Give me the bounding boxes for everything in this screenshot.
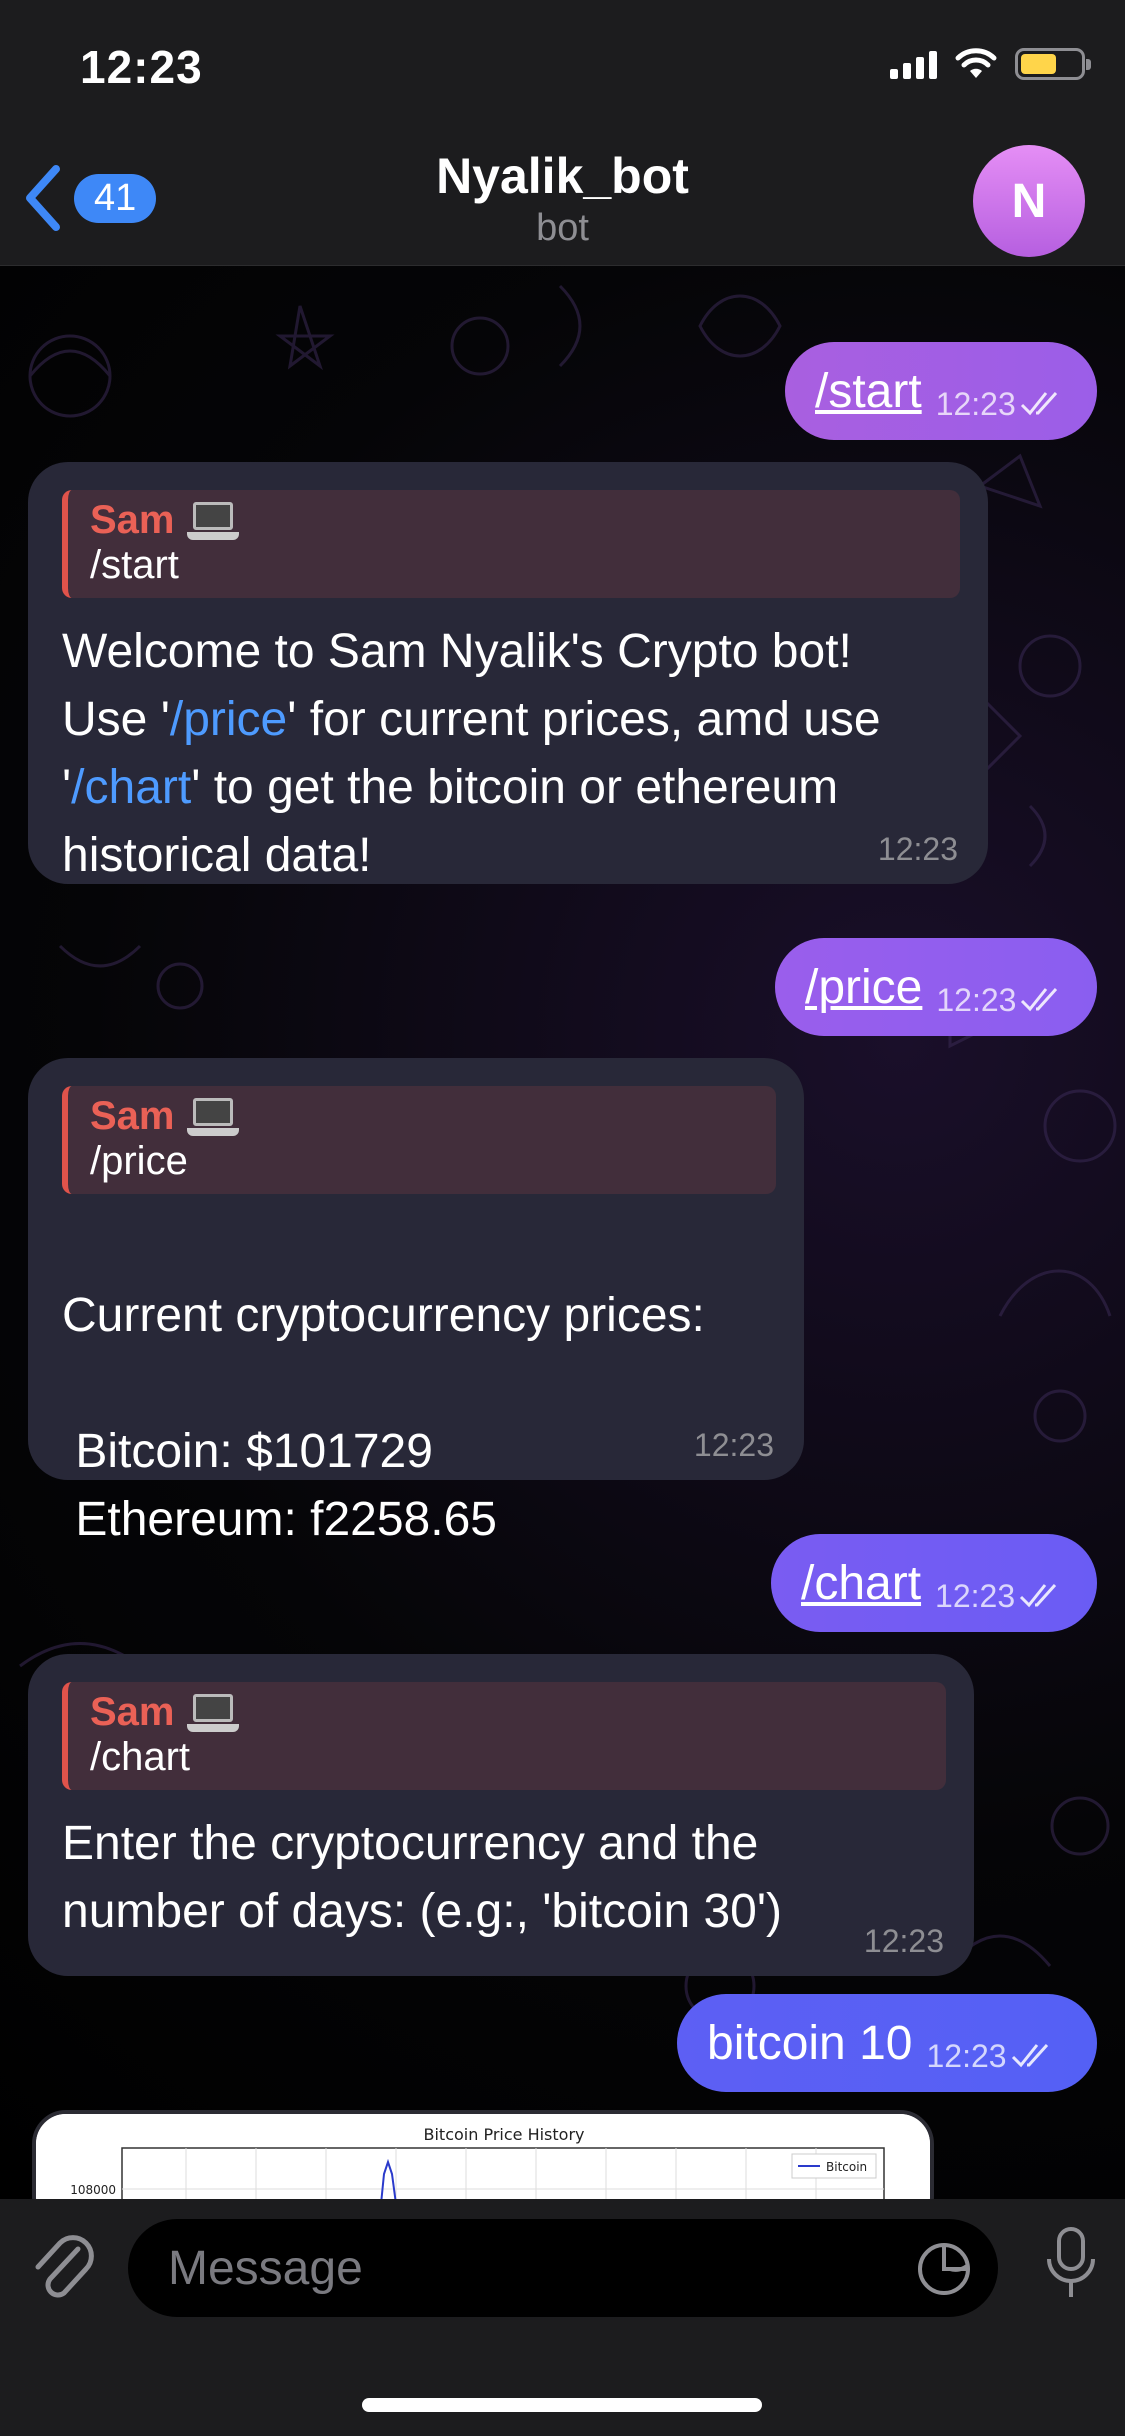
status-time: 12:23 xyxy=(80,41,203,93)
message-line: Enter the cryptocurrency and the xyxy=(62,1817,759,1870)
message-fragment: ' for current prices, amd use xyxy=(287,693,881,746)
laptop-emoji-icon xyxy=(186,1693,239,1732)
paperclip-icon xyxy=(35,2235,94,2298)
double-check-icon xyxy=(1020,1583,1057,1608)
outgoing-message[interactable]: /chart 12:23 xyxy=(771,1534,1097,1632)
avatar[interactable]: N xyxy=(973,145,1085,257)
double-check-icon xyxy=(1011,2043,1048,2068)
message-text[interactable]: bitcoin 10 xyxy=(707,2016,912,2071)
double-check-icon xyxy=(1021,987,1058,1012)
incoming-message[interactable]: Sam /price Current cryptocurrency prices… xyxy=(28,1058,804,1546)
command-link-price[interactable]: /price xyxy=(170,693,287,746)
message-text[interactable]: /start xyxy=(815,364,922,419)
chat-title[interactable]: Nyalik_bot xyxy=(0,147,1125,205)
reply-text: /chart xyxy=(90,1735,191,1779)
reply-sender-name: Sam xyxy=(90,1690,175,1734)
microphone-icon xyxy=(1047,2227,1095,2297)
chat-area[interactable]: /start 12:23 Sam /start Welcome to Sam N… xyxy=(0,266,1125,2199)
outgoing-message[interactable]: /price 12:23 xyxy=(775,938,1097,1036)
incoming-message[interactable]: Sam /chart Enter the cryptocurrency and … xyxy=(28,1654,974,1976)
sticker-icon xyxy=(918,2243,970,2295)
message-line: Current cryptocurrency prices: xyxy=(62,1289,705,1342)
message-line: number of days: (e.g:, 'bitcoin 30') xyxy=(62,1885,783,1938)
message-time: 12:23 xyxy=(935,1577,1016,1614)
message-time: 12:23 xyxy=(926,2037,1007,2074)
message-fragment: Use ' xyxy=(62,693,170,746)
message-time: 12:23 xyxy=(936,981,1017,1018)
chart-image-message[interactable]: Bitcoin Price History 108000 Bitcoin xyxy=(32,2110,934,2199)
signal-icon xyxy=(890,49,937,79)
reply-text: /start xyxy=(90,543,179,587)
message-meta: 12:23 xyxy=(926,2038,1054,2075)
message-time: 12:23 xyxy=(863,1923,944,1959)
laptop-emoji-icon xyxy=(186,501,239,540)
message-meta: 12:23 xyxy=(936,982,1064,1019)
message-text: Current cryptocurrency prices: Bitcoin: … xyxy=(62,1214,776,1554)
reply-sender: Sam xyxy=(90,1690,924,1735)
reply-quote[interactable]: Sam /chart xyxy=(62,1682,946,1790)
message-time: 12:23 xyxy=(693,1427,774,1463)
reply-quote[interactable]: Sam /price xyxy=(62,1086,776,1194)
voice-record-button[interactable] xyxy=(1045,2225,1097,2306)
home-indicator[interactable] xyxy=(362,2398,762,2412)
chart-image: Bitcoin Price History 108000 Bitcoin xyxy=(36,2114,930,2199)
reply-sender-name: Sam xyxy=(90,498,175,542)
command-link-chart[interactable]: /chart xyxy=(71,761,191,814)
message-fragment: ' xyxy=(62,761,72,814)
message-meta: 12:23 xyxy=(936,386,1064,423)
reply-sender: Sam xyxy=(90,1094,754,1139)
chart-legend: Bitcoin xyxy=(826,2160,867,2174)
chart-y-tick: 108000 xyxy=(70,2183,116,2197)
message-line: historical data! xyxy=(62,829,372,882)
chat-header: 41 Nyalik_bot bot N xyxy=(0,135,1125,266)
chat-subtitle: bot xyxy=(536,207,589,249)
wifi-icon xyxy=(955,48,997,78)
reply-text: /price xyxy=(90,1139,188,1183)
status-icons xyxy=(890,48,1091,80)
message-input[interactable] xyxy=(166,2239,870,2297)
status-bar: 12:23 xyxy=(0,0,1125,135)
outgoing-message[interactable]: /start 12:23 xyxy=(785,342,1097,440)
message-meta: 12:23 xyxy=(935,1578,1063,1615)
message-text: Enter the cryptocurrency and the number … xyxy=(62,1810,946,1946)
incoming-message[interactable]: Sam /start Welcome to Sam Nyalik's Crypt… xyxy=(28,462,988,884)
message-text: Welcome to Sam Nyalik's Crypto bot! Use … xyxy=(62,618,960,890)
message-time: 12:23 xyxy=(877,831,958,867)
reply-quote[interactable]: Sam /start xyxy=(62,490,960,598)
message-text[interactable]: /price xyxy=(805,960,922,1015)
message-time: 12:23 xyxy=(935,385,1016,422)
message-line: Welcome to Sam Nyalik's Crypto bot! xyxy=(62,625,852,678)
chart-title: Bitcoin Price History xyxy=(424,2125,585,2144)
price-bitcoin: Bitcoin: $101729 xyxy=(62,1425,433,1478)
sticker-button[interactable] xyxy=(916,2241,972,2302)
message-fragment: ' to get the bitcoin or ethereum xyxy=(191,761,839,814)
attach-button[interactable] xyxy=(30,2227,96,2312)
reply-sender: Sam xyxy=(90,498,938,543)
laptop-emoji-icon xyxy=(186,1097,239,1136)
reply-sender-name: Sam xyxy=(90,1094,175,1138)
outgoing-message[interactable]: bitcoin 10 12:23 xyxy=(677,1994,1097,2092)
avatar-letter: N xyxy=(1011,174,1047,228)
battery-icon xyxy=(1015,48,1091,80)
price-ethereum: Ethereum: f2258.65 xyxy=(62,1493,497,1546)
message-field[interactable] xyxy=(128,2219,998,2317)
message-text[interactable]: /chart xyxy=(801,1556,921,1611)
double-check-icon xyxy=(1020,391,1057,416)
